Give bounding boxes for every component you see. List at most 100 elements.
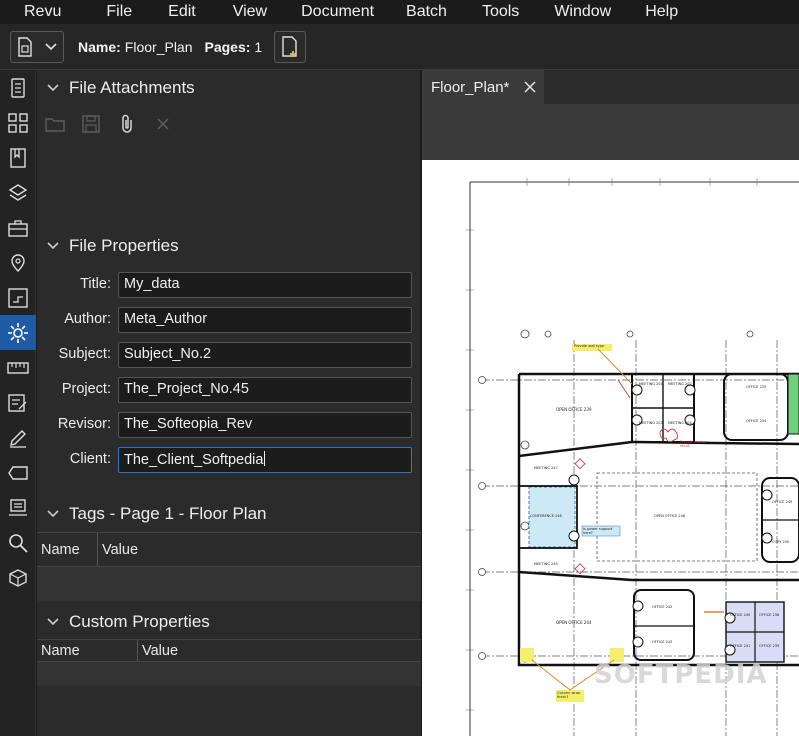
client-property-row: Client: The_Client_Softpedia bbox=[37, 447, 421, 473]
room-label: COPY 250 bbox=[772, 540, 790, 544]
menu-tools[interactable]: Tools bbox=[447, 0, 519, 24]
document-tab[interactable]: Floor_Plan* bbox=[422, 70, 544, 104]
layers-icon bbox=[8, 183, 28, 201]
document-area: Floor_Plan* OPEN OFFICE 239 MEETING 201 … bbox=[422, 70, 799, 736]
room-label: OFFICE 239 bbox=[759, 644, 780, 648]
menu-view[interactable]: View bbox=[196, 0, 267, 24]
search-tab[interactable] bbox=[0, 525, 36, 560]
menu-window[interactable]: Window bbox=[519, 0, 611, 24]
room-label: MEETING 202 bbox=[668, 382, 692, 386]
file-attachments-title: File Attachments bbox=[69, 78, 195, 97]
places-icon bbox=[11, 253, 25, 272]
watermark: SOFTPEDIA bbox=[594, 660, 768, 690]
menu-help[interactable]: Help bbox=[611, 0, 678, 24]
3d-icon bbox=[9, 568, 27, 587]
signature-icon bbox=[10, 429, 26, 448]
project-property-row: Project: The_Project_No.45 bbox=[37, 377, 421, 403]
3d-tab[interactable] bbox=[0, 560, 36, 595]
room-label: OFFICE 235 bbox=[746, 385, 767, 389]
menu-batch[interactable]: Batch bbox=[374, 0, 447, 24]
layers-tab[interactable] bbox=[0, 175, 36, 210]
menu-edit[interactable]: Edit bbox=[132, 0, 196, 24]
measurements-tab[interactable] bbox=[0, 350, 36, 385]
room-label: OFFICE 242 bbox=[652, 605, 673, 609]
add-attachment-button[interactable] bbox=[109, 112, 145, 136]
forms-tab[interactable] bbox=[0, 385, 36, 420]
places-tab[interactable] bbox=[0, 245, 36, 280]
form-icon bbox=[8, 393, 27, 412]
search-icon bbox=[9, 533, 28, 553]
tags-header[interactable]: Tags - Page 1 - Floor Plan bbox=[37, 498, 421, 530]
markup-note[interactable]: Provide marker recall bbox=[680, 440, 708, 448]
room-label: OPEN OFFICE 248 bbox=[654, 514, 686, 518]
chevron-down-icon bbox=[47, 84, 59, 92]
tags-grid-header: Name Value bbox=[37, 533, 421, 567]
room-label: MEETING 204 bbox=[668, 421, 692, 425]
subject-label: Subject: bbox=[58, 346, 111, 362]
room-label: OFFICE 249 bbox=[772, 500, 793, 504]
pages-value: 1 bbox=[254, 38, 263, 55]
room-label: OFFICE 243 bbox=[652, 640, 673, 644]
author-field[interactable]: Meta_Author bbox=[118, 307, 412, 333]
paperclip-icon bbox=[122, 114, 132, 133]
attachment-toolbar bbox=[37, 112, 181, 136]
signatures-tab[interactable] bbox=[0, 420, 36, 455]
room-label: MEETING 245 bbox=[534, 562, 558, 566]
menu-revu[interactable]: Revu bbox=[0, 0, 61, 24]
file-properties-title: File Properties bbox=[69, 236, 179, 255]
document-canvas[interactable]: OPEN OFFICE 239 MEETING 201 MEETING 203 … bbox=[422, 160, 799, 736]
file-properties-header[interactable]: File Properties bbox=[37, 230, 421, 262]
room-label: MEETING 203 bbox=[639, 421, 663, 425]
document-tab-strip: Floor_Plan* bbox=[422, 70, 799, 104]
toolchest-tab[interactable] bbox=[0, 210, 36, 245]
bookmarks-tab[interactable] bbox=[0, 140, 36, 175]
properties-icon bbox=[8, 322, 28, 343]
grid-tab[interactable] bbox=[0, 105, 36, 140]
subject-property-row: Subject: Subject_No.2 bbox=[37, 342, 421, 368]
title-field[interactable]: My_data bbox=[118, 272, 412, 298]
document-menu-dropdown[interactable] bbox=[10, 30, 64, 63]
pages-label: Pages: bbox=[204, 38, 251, 55]
client-field[interactable]: The_Client_Softpedia bbox=[118, 447, 412, 473]
properties-tab[interactable] bbox=[0, 315, 36, 350]
project-label: Project: bbox=[61, 381, 111, 397]
title-property-row: Title: My_data bbox=[37, 272, 421, 298]
name-value: Floor_Plan bbox=[124, 38, 193, 55]
insert-page-button[interactable] bbox=[274, 30, 307, 63]
custom-properties-grid: Name Value bbox=[37, 639, 421, 736]
custom-grid-header: Name Value bbox=[37, 640, 421, 662]
markup-note[interactable]: Is power support here? bbox=[583, 527, 621, 535]
tags-tab[interactable] bbox=[0, 455, 36, 490]
open-attachment-button[interactable] bbox=[37, 112, 73, 136]
markup-icon bbox=[8, 287, 28, 308]
menu-document[interactable]: Document bbox=[267, 0, 374, 24]
thumbnails-tab[interactable] bbox=[0, 70, 36, 105]
close-tab-button[interactable] bbox=[523, 80, 537, 94]
room-label: OPEN OFFICE 244 bbox=[556, 620, 592, 625]
studio-tab[interactable] bbox=[0, 490, 36, 525]
document-toolbar: Name: Floor_Plan Pages: 1 bbox=[0, 24, 799, 70]
custom-properties-header[interactable]: Custom Properties bbox=[37, 606, 421, 638]
room-label: OFFICE 238 bbox=[759, 613, 780, 617]
revisor-field[interactable]: The_Softeopia_Rev bbox=[118, 412, 412, 438]
markup-note[interactable]: Column wrap finish? bbox=[557, 691, 585, 699]
subject-field[interactable]: Subject_No.2 bbox=[118, 342, 412, 368]
custom-name-column[interactable]: Name bbox=[37, 640, 137, 661]
save-icon bbox=[82, 115, 100, 133]
properties-panel: File Attachments File Properties Title: … bbox=[37, 70, 421, 736]
markup-note[interactable]: Provide wall type bbox=[574, 344, 604, 348]
remove-attachment-button[interactable] bbox=[145, 112, 181, 136]
file-attachments-header[interactable]: File Attachments bbox=[37, 72, 421, 104]
room-label: MEETING 247 bbox=[534, 466, 558, 470]
tags-name-column[interactable]: Name bbox=[37, 533, 97, 566]
tags-value-column[interactable]: Value bbox=[97, 533, 421, 566]
markups-tab[interactable] bbox=[0, 280, 36, 315]
custom-properties-title: Custom Properties bbox=[69, 612, 210, 631]
document-tab-title: Floor_Plan* bbox=[431, 78, 510, 96]
thumbnails-icon bbox=[11, 77, 25, 98]
studio-icon bbox=[9, 498, 27, 516]
project-field[interactable]: The_Project_No.45 bbox=[118, 377, 412, 403]
custom-value-column[interactable]: Value bbox=[137, 640, 421, 661]
menu-file[interactable]: File bbox=[61, 0, 132, 24]
save-attachment-button[interactable] bbox=[73, 112, 109, 136]
